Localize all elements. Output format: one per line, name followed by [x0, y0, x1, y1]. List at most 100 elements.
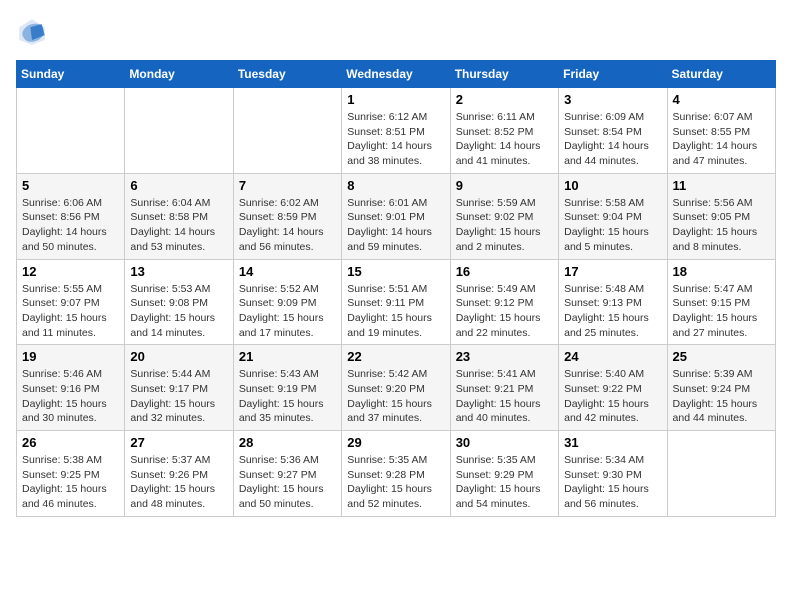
day-cell: 12Sunrise: 5:55 AM Sunset: 9:07 PM Dayli…	[17, 259, 125, 345]
week-row-2: 5 Sunrise: 6:06 AM Sunset: 8:56 PM Daylig…	[17, 173, 776, 259]
day-number: 23	[456, 349, 553, 364]
day-cell: 28 Sunrise: 5:36 AM Sunset: 9:27 PM Dayli…	[233, 431, 341, 517]
day-header-saturday: Saturday	[667, 61, 775, 88]
day-info: Sunrise: 5:51 AM Sunset: 9:11 PM Dayligh…	[347, 282, 444, 341]
day-number: 13	[130, 264, 227, 279]
day-number: 26	[22, 435, 119, 450]
day-cell: 11 Sunrise: 5:56 AM Sunset: 9:05 PM Dayli…	[667, 173, 775, 259]
day-info: Sunrise: 5:38 AM Sunset: 9:25 PM Dayligh…	[22, 453, 119, 512]
day-cell: 8 Sunrise: 6:01 AM Sunset: 9:01 PM Daylig…	[342, 173, 450, 259]
day-cell: 21 Sunrise: 5:43 AM Sunset: 9:19 PM Dayli…	[233, 345, 341, 431]
day-cell	[233, 88, 341, 174]
day-info: Sunrise: 5:39 AM Sunset: 9:24 PM Dayligh…	[673, 367, 770, 426]
day-info: Sunrise: 5:53 AM Sunset: 9:08 PM Dayligh…	[130, 282, 227, 341]
day-header-tuesday: Tuesday	[233, 61, 341, 88]
day-info: Sunrise: 6:09 AM Sunset: 8:54 PM Dayligh…	[564, 110, 661, 169]
day-number: 10	[564, 178, 661, 193]
day-info: Sunrise: 5:43 AM Sunset: 9:19 PM Dayligh…	[239, 367, 336, 426]
day-number: 8	[347, 178, 444, 193]
day-number: 22	[347, 349, 444, 364]
day-number: 6	[130, 178, 227, 193]
day-cell: 27 Sunrise: 5:37 AM Sunset: 9:26 PM Dayli…	[125, 431, 233, 517]
day-cell: 17 Sunrise: 5:48 AM Sunset: 9:13 PM Dayli…	[559, 259, 667, 345]
day-number: 25	[673, 349, 770, 364]
day-cell: 15 Sunrise: 5:51 AM Sunset: 9:11 PM Dayli…	[342, 259, 450, 345]
day-info: Sunrise: 6:07 AM Sunset: 8:55 PM Dayligh…	[673, 110, 770, 169]
day-info: Sunrise: 5:37 AM Sunset: 9:26 PM Dayligh…	[130, 453, 227, 512]
day-info: Sunrise: 5:44 AM Sunset: 9:17 PM Dayligh…	[130, 367, 227, 426]
day-cell: 30 Sunrise: 5:35 AM Sunset: 9:29 PM Dayli…	[450, 431, 558, 517]
day-header-sunday: Sunday	[17, 61, 125, 88]
page-container: SundayMondayTuesdayWednesdayThursdayFrid…	[0, 0, 792, 533]
day-number: 16	[456, 264, 553, 279]
day-number: 2	[456, 92, 553, 107]
day-number: 29	[347, 435, 444, 450]
day-number: 31	[564, 435, 661, 450]
day-header-wednesday: Wednesday	[342, 61, 450, 88]
day-info: Sunrise: 6:04 AM Sunset: 8:58 PM Dayligh…	[130, 196, 227, 255]
day-info: Sunrise: 6:01 AM Sunset: 9:01 PM Dayligh…	[347, 196, 444, 255]
week-row-1: 1 Sunrise: 6:12 AM Sunset: 8:51 PM Daylig…	[17, 88, 776, 174]
day-info: Sunrise: 5:42 AM Sunset: 9:20 PM Dayligh…	[347, 367, 444, 426]
week-row-3: 12Sunrise: 5:55 AM Sunset: 9:07 PM Dayli…	[17, 259, 776, 345]
day-info: Sunrise: 5:34 AM Sunset: 9:30 PM Dayligh…	[564, 453, 661, 512]
day-number: 19	[22, 349, 119, 364]
day-number: 11	[673, 178, 770, 193]
day-cell: 2 Sunrise: 6:11 AM Sunset: 8:52 PM Daylig…	[450, 88, 558, 174]
day-info: Sunrise: 5:47 AM Sunset: 9:15 PM Dayligh…	[673, 282, 770, 341]
day-cell: 10 Sunrise: 5:58 AM Sunset: 9:04 PM Dayli…	[559, 173, 667, 259]
day-number: 3	[564, 92, 661, 107]
day-cell: 3 Sunrise: 6:09 AM Sunset: 8:54 PM Daylig…	[559, 88, 667, 174]
day-info: Sunrise: 5:41 AM Sunset: 9:21 PM Dayligh…	[456, 367, 553, 426]
header-row: SundayMondayTuesdayWednesdayThursdayFrid…	[17, 61, 776, 88]
day-number: 24	[564, 349, 661, 364]
day-cell	[667, 431, 775, 517]
logo	[16, 16, 52, 48]
day-number: 4	[673, 92, 770, 107]
day-number: 17	[564, 264, 661, 279]
day-info: Sunrise: 5:48 AM Sunset: 9:13 PM Dayligh…	[564, 282, 661, 341]
day-cell: 23 Sunrise: 5:41 AM Sunset: 9:21 PM Dayli…	[450, 345, 558, 431]
day-cell: 19 Sunrise: 5:46 AM Sunset: 9:16 PM Dayli…	[17, 345, 125, 431]
day-cell: 13 Sunrise: 5:53 AM Sunset: 9:08 PM Dayli…	[125, 259, 233, 345]
day-info: Sunrise: 5:58 AM Sunset: 9:04 PM Dayligh…	[564, 196, 661, 255]
day-info: Sunrise: 5:55 AM Sunset: 9:07 PM Dayligh…	[22, 282, 119, 341]
day-number: 21	[239, 349, 336, 364]
day-info: Sunrise: 5:56 AM Sunset: 9:05 PM Dayligh…	[673, 196, 770, 255]
day-info: Sunrise: 5:40 AM Sunset: 9:22 PM Dayligh…	[564, 367, 661, 426]
day-cell: 20Sunrise: 5:44 AM Sunset: 9:17 PM Dayli…	[125, 345, 233, 431]
day-cell: 9Sunrise: 5:59 AM Sunset: 9:02 PM Daylig…	[450, 173, 558, 259]
day-number: 1	[347, 92, 444, 107]
day-number: 18	[673, 264, 770, 279]
day-number: 15	[347, 264, 444, 279]
day-cell	[17, 88, 125, 174]
day-cell: 7Sunrise: 6:02 AM Sunset: 8:59 PM Daylig…	[233, 173, 341, 259]
day-info: Sunrise: 5:35 AM Sunset: 9:28 PM Dayligh…	[347, 453, 444, 512]
day-cell: 26 Sunrise: 5:38 AM Sunset: 9:25 PM Dayli…	[17, 431, 125, 517]
day-cell: 14Sunrise: 5:52 AM Sunset: 9:09 PM Dayli…	[233, 259, 341, 345]
logo-icon	[16, 16, 48, 48]
day-number: 5	[22, 178, 119, 193]
day-number: 27	[130, 435, 227, 450]
day-cell: 29 Sunrise: 5:35 AM Sunset: 9:28 PM Dayli…	[342, 431, 450, 517]
day-number: 30	[456, 435, 553, 450]
day-number: 28	[239, 435, 336, 450]
day-number: 9	[456, 178, 553, 193]
day-cell: 4 Sunrise: 6:07 AM Sunset: 8:55 PM Daylig…	[667, 88, 775, 174]
day-cell: 1 Sunrise: 6:12 AM Sunset: 8:51 PM Daylig…	[342, 88, 450, 174]
day-info: Sunrise: 6:06 AM Sunset: 8:56 PM Dayligh…	[22, 196, 119, 255]
day-header-monday: Monday	[125, 61, 233, 88]
day-info: Sunrise: 5:49 AM Sunset: 9:12 PM Dayligh…	[456, 282, 553, 341]
day-info: Sunrise: 5:35 AM Sunset: 9:29 PM Dayligh…	[456, 453, 553, 512]
day-cell: 24 Sunrise: 5:40 AM Sunset: 9:22 PM Dayli…	[559, 345, 667, 431]
day-cell: 18 Sunrise: 5:47 AM Sunset: 9:15 PM Dayli…	[667, 259, 775, 345]
calendar-table: SundayMondayTuesdayWednesdayThursdayFrid…	[16, 60, 776, 517]
day-info: Sunrise: 6:12 AM Sunset: 8:51 PM Dayligh…	[347, 110, 444, 169]
day-info: Sunrise: 6:11 AM Sunset: 8:52 PM Dayligh…	[456, 110, 553, 169]
day-header-thursday: Thursday	[450, 61, 558, 88]
day-info: Sunrise: 5:46 AM Sunset: 9:16 PM Dayligh…	[22, 367, 119, 426]
day-cell: 31 Sunrise: 5:34 AM Sunset: 9:30 PM Dayli…	[559, 431, 667, 517]
day-cell: 6 Sunrise: 6:04 AM Sunset: 8:58 PM Daylig…	[125, 173, 233, 259]
page-header	[16, 16, 776, 48]
day-info: Sunrise: 5:36 AM Sunset: 9:27 PM Dayligh…	[239, 453, 336, 512]
